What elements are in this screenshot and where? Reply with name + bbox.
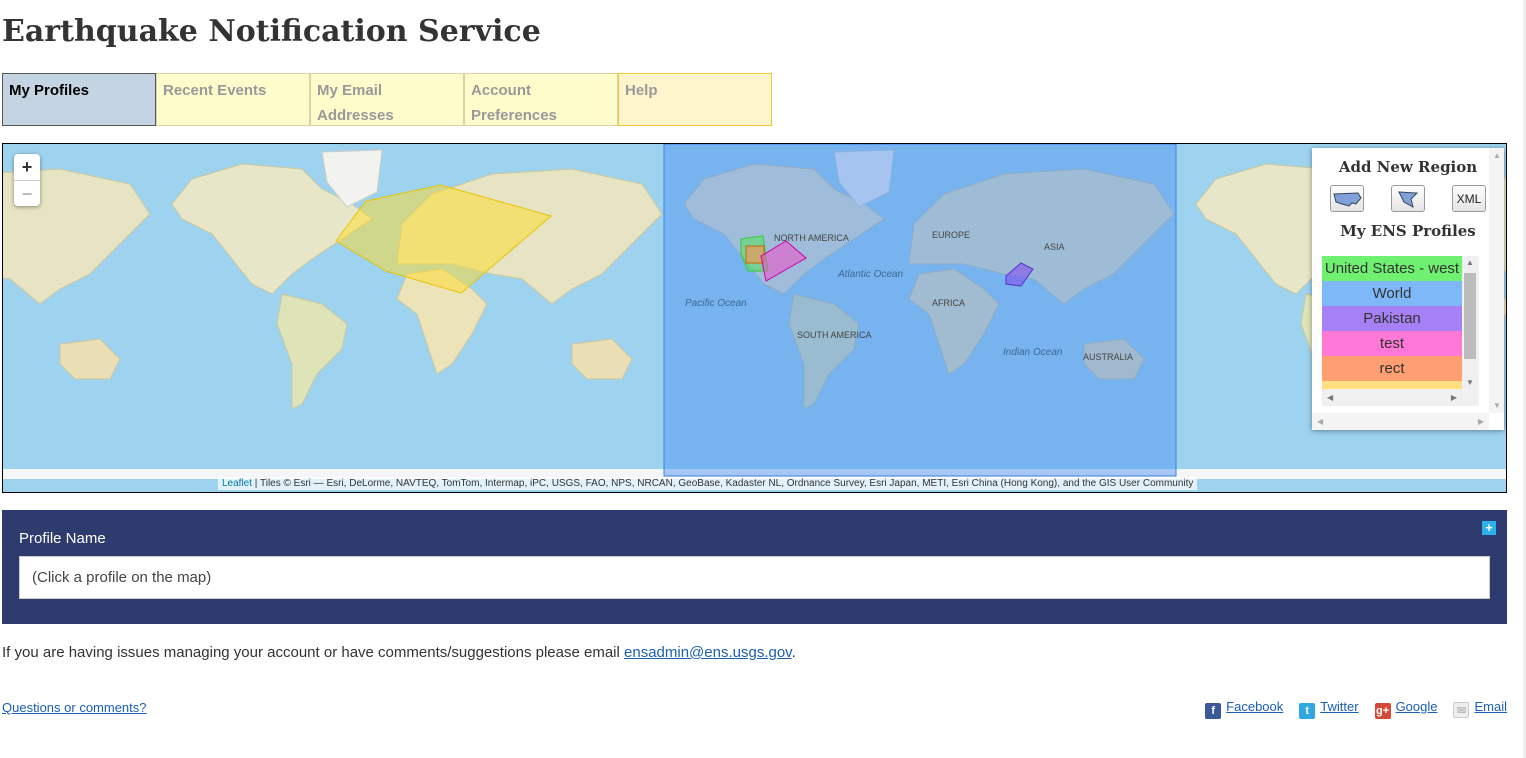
google-link[interactable]: Google xyxy=(1396,699,1438,714)
us-map-icon xyxy=(1333,191,1362,207)
profile-item[interactable]: rect xyxy=(1322,356,1462,381)
admin-email-link[interactable]: ensadmin@ens.usgs.gov xyxy=(624,644,792,661)
leaflet-link[interactable]: Leaflet xyxy=(222,478,252,489)
twitter-icon: t xyxy=(1299,703,1316,719)
add-polygon-button[interactable] xyxy=(1391,185,1425,212)
twitter-link[interactable]: Twitter xyxy=(1320,699,1358,714)
label-south-america: SOUTH AMERICA xyxy=(797,330,872,340)
profiles-vertical-scrollbar[interactable]: ▲ ▼ xyxy=(1462,256,1479,389)
google-plus-icon: g+ xyxy=(1374,703,1391,719)
map[interactable]: NORTH AMERICA EUROPE ASIA AFRICA SOUTH A… xyxy=(2,143,1507,493)
profile-name-input[interactable]: (Click a profile on the map) xyxy=(19,556,1490,599)
tab-help[interactable]: Help xyxy=(618,73,772,126)
facebook-link[interactable]: Facebook xyxy=(1226,699,1283,714)
region-panel: Add New Region XML My ENS Profiles Unite… xyxy=(1312,148,1504,430)
zoom-out-button[interactable]: − xyxy=(14,180,40,206)
questions-link[interactable]: Questions or comments? xyxy=(2,700,147,715)
panel-vertical-scrollbar[interactable]: ▲ ▼ xyxy=(1489,148,1504,413)
profile-item[interactable] xyxy=(1322,381,1462,389)
add-us-region-button[interactable] xyxy=(1330,185,1364,212)
polygon-icon xyxy=(1398,190,1419,208)
plus-icon: + xyxy=(1485,520,1493,535)
profile-item[interactable]: test xyxy=(1322,331,1462,356)
facebook-icon: f xyxy=(1205,703,1222,719)
xml-upload-button[interactable]: XML xyxy=(1452,185,1486,212)
main-tabs: My Profiles Recent Events My Email Addre… xyxy=(2,73,772,126)
tab-email-addresses[interactable]: My Email Addresses xyxy=(310,73,464,126)
profile-form: + Profile Name (Click a profile on the m… xyxy=(2,510,1507,624)
social-links: f Facebook t Twitter g+ Google ✉ Email xyxy=(1205,699,1507,719)
email-link[interactable]: Email xyxy=(1474,699,1507,714)
label-asia: ASIA xyxy=(1044,242,1065,252)
add-region-title: Add New Region xyxy=(1338,158,1478,176)
map-tiles: NORTH AMERICA EUROPE ASIA AFRICA SOUTH A… xyxy=(3,144,1506,480)
page-title: Earthquake Notification Service xyxy=(2,14,541,49)
profile-item[interactable]: United States - west xyxy=(1322,256,1462,281)
profiles-horizontal-scrollbar[interactable]: ◀ ▶ xyxy=(1322,389,1462,406)
zoom-control: + − xyxy=(14,154,40,206)
label-north-america: NORTH AMERICA xyxy=(774,233,849,243)
help-message: If you are having issues managing your a… xyxy=(2,644,796,661)
tab-my-profiles[interactable]: My Profiles xyxy=(2,73,156,126)
profile-name-label: Profile Name xyxy=(19,530,106,547)
profiles-title: My ENS Profiles xyxy=(1340,222,1476,240)
label-europe: EUROPE xyxy=(932,230,970,240)
profile-item[interactable]: World xyxy=(1322,281,1462,306)
label-pacific-ocean: Pacific Ocean xyxy=(685,298,747,309)
panel-horizontal-scrollbar[interactable]: ◀ ▶ xyxy=(1312,413,1489,430)
tab-recent-events[interactable]: Recent Events xyxy=(156,73,310,126)
add-profile-button[interactable]: + xyxy=(1482,521,1496,535)
profile-item[interactable]: Pakistan xyxy=(1322,306,1462,331)
label-africa: AFRICA xyxy=(932,298,965,308)
region-world xyxy=(663,144,1177,477)
label-australia: AUSTRALIA xyxy=(1083,352,1133,362)
label-indian-ocean: Indian Ocean xyxy=(1003,347,1063,358)
map-attribution: Leaflet | Tiles © Esri — Esri, DeLorme, … xyxy=(218,477,1198,490)
profiles-list: United States - west World Pakistan test… xyxy=(1322,256,1479,406)
label-atlantic-ocean: Atlantic Ocean xyxy=(837,269,903,280)
email-icon: ✉ xyxy=(1453,702,1470,718)
zoom-in-button[interactable]: + xyxy=(14,154,40,180)
tab-account-preferences[interactable]: Account Preferences xyxy=(464,73,618,126)
region-rect xyxy=(745,245,765,264)
